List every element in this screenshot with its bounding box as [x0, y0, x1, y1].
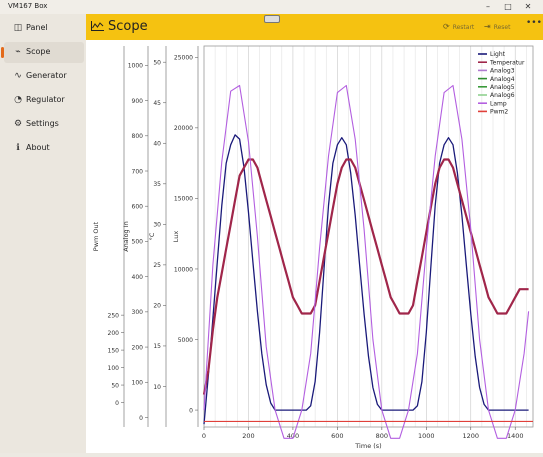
maximize-icon[interactable]: □	[502, 1, 514, 13]
minimize-icon[interactable]: –	[482, 1, 494, 13]
legend-entry: Temperatur	[489, 59, 525, 66]
x-tick-label: 800	[376, 432, 388, 440]
more-options-icon[interactable]: •••	[526, 18, 542, 28]
sidebar: ◫ Panel ⌁ Scope ∿ Generator ◔ Regulator …	[0, 14, 86, 453]
x-tick-label: 200	[242, 432, 254, 440]
restart-icon: ⟳	[443, 22, 450, 31]
y-tick-label: 0	[189, 407, 193, 414]
sidebar-item-label: About	[26, 143, 50, 152]
sidebar-item-label: Scope	[26, 47, 51, 56]
sidebar-item-label: Panel	[26, 23, 48, 32]
x-axis-label: Time (s)	[354, 442, 381, 450]
legend-entry: Analog4	[490, 76, 515, 83]
info-icon: ℹ	[16, 143, 20, 153]
legend-entry: Analog5	[490, 84, 515, 91]
x-tick-label: 1400	[507, 432, 524, 440]
y-tick-label: 0	[139, 415, 143, 422]
y-axis-label: Analog In	[122, 221, 130, 252]
y-axis-label: Lux	[172, 231, 180, 243]
legend-entry: Lamp	[490, 100, 507, 107]
sidebar-item-label: Settings	[26, 119, 59, 128]
reset-icon: ⇥	[484, 22, 491, 31]
y-tick-label: 15000	[174, 196, 193, 203]
sidebar-item-regulator[interactable]: ◔ Regulator	[4, 90, 84, 111]
y-axis-label: °C	[148, 232, 156, 240]
scope-header-icon	[91, 21, 104, 31]
restart-label: Restart	[452, 24, 475, 31]
y-tick-label: 20000	[174, 125, 193, 132]
sidebar-item-generator[interactable]: ∿ Generator	[4, 66, 84, 87]
y-tick-label: 200	[132, 344, 144, 351]
y-tick-label: 25000	[174, 55, 193, 62]
y-tick-label: 50	[111, 382, 119, 389]
page-header: Scope ⟳ Restart ⇥ Reset	[86, 14, 543, 40]
scope-chart: 0 200 400 600 800 1000 1200 1400Time (s)0501001…	[92, 45, 534, 450]
close-icon[interactable]: ✕	[522, 1, 534, 13]
legend-entry: Pwm2	[490, 109, 508, 116]
sidebar-item-settings[interactable]: ⚙ Settings	[4, 114, 84, 135]
y-tick-label: 300	[132, 309, 144, 316]
y-tick-label: 800	[132, 133, 144, 140]
y-tick-label: 600	[132, 204, 144, 211]
wave-icon: ∿	[14, 71, 22, 81]
y-tick-label: 250	[108, 312, 120, 319]
y-tick-label: 40	[153, 141, 161, 148]
reset-button[interactable]: ⇥ Reset	[484, 22, 510, 31]
y-tick-label: 0	[115, 400, 119, 407]
legend-entry: Light	[490, 51, 506, 58]
y-tick-label: 30	[153, 222, 161, 229]
y-tick-label: 35	[153, 181, 161, 188]
title-bar: VM167 Box – □ ✕	[0, 0, 543, 14]
legend-entry: Analog3	[490, 68, 515, 75]
y-tick-label: 200	[108, 330, 120, 337]
y-tick-label: 50	[153, 60, 161, 67]
scope-icon: ⌁	[15, 47, 21, 57]
series-line	[203, 134, 529, 425]
restart-button[interactable]: ⟳ Restart	[443, 22, 474, 31]
sidebar-item-scope[interactable]: ⌁ Scope	[1, 42, 84, 63]
gear-icon: ⚙	[13, 119, 23, 129]
panel-icon: ◫	[13, 23, 23, 33]
y-tick-label: 10000	[174, 266, 193, 273]
y-tick-label: 15	[153, 343, 161, 350]
page-title: Scope	[108, 19, 148, 34]
sidebar-item-panel[interactable]: ◫ Panel	[4, 18, 84, 39]
y-tick-label: 900	[132, 98, 144, 105]
sidebar-item-label: Regulator	[26, 95, 65, 104]
window-title: VM167 Box	[8, 2, 48, 10]
x-tick-label: 1200	[462, 432, 479, 440]
y-tick-label: 25	[153, 262, 161, 269]
y-tick-label: 100	[108, 365, 120, 372]
y-tick-label: 1000	[128, 63, 143, 70]
legend-entry: Analog6	[490, 92, 515, 99]
x-tick-label: 1000	[418, 432, 435, 440]
x-tick-label: 600	[331, 432, 343, 440]
sidebar-item-label: Generator	[26, 71, 67, 80]
series-line	[202, 158, 529, 395]
y-tick-label: 45	[153, 100, 161, 107]
y-tick-label: 10	[153, 384, 161, 391]
gauge-icon: ◔	[14, 95, 22, 105]
reset-label: Reset	[493, 24, 511, 31]
y-tick-label: 500	[132, 239, 144, 246]
active-indicator	[1, 47, 4, 58]
x-tick-label: 0	[202, 432, 206, 440]
y-tick-label: 150	[108, 347, 120, 354]
y-tick-label: 5000	[178, 337, 193, 344]
scope-plot-area: 0 200 400 600 800 1000 1200 1400 Time (s) 0 50 100 1…	[86, 40, 543, 453]
y-tick-label: 100	[132, 380, 144, 387]
sidebar-item-about[interactable]: ℹ About	[4, 138, 84, 159]
drag-handle[interactable]	[264, 15, 280, 23]
y-tick-label: 700	[132, 168, 144, 175]
y-tick-label: 20	[153, 303, 161, 310]
y-axis-label: Pwm Out	[92, 221, 100, 251]
y-tick-label: 400	[132, 274, 144, 281]
